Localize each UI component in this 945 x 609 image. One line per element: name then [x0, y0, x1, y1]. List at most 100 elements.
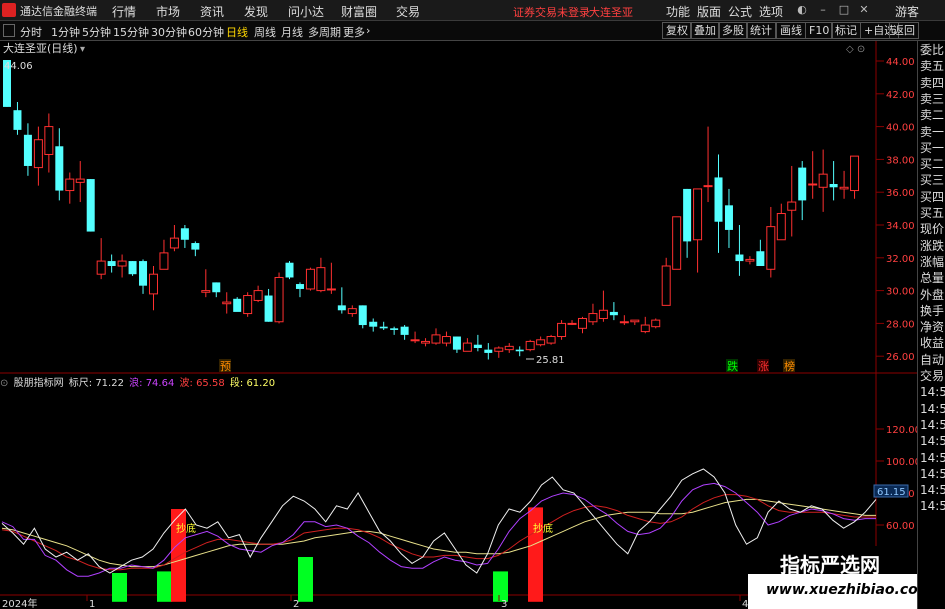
- menu-options[interactable]: 选项: [759, 3, 783, 20]
- sidebar-item[interactable]: 买五: [920, 206, 944, 220]
- candle-body-down: [379, 326, 388, 329]
- sidebar-item[interactable]: 涨幅: [920, 255, 944, 269]
- sidebar-item[interactable]: 14:56: [920, 385, 945, 399]
- x-label-month-1: 1: [89, 599, 95, 609]
- period-weekly[interactable]: 周线: [254, 24, 276, 40]
- adjust-button[interactable]: 复权: [662, 22, 692, 39]
- candle-body-up: [619, 321, 629, 324]
- sidebar-item[interactable]: 买一: [920, 141, 944, 155]
- period-monthly[interactable]: 月线: [281, 24, 303, 40]
- candle-body-down: [337, 305, 346, 311]
- menu-news[interactable]: 资讯: [200, 3, 224, 20]
- signal-bar-red: [171, 509, 186, 602]
- sidebar-item[interactable]: 外盘: [920, 288, 944, 302]
- indicator-collapse-icon[interactable]: ⊙: [0, 378, 8, 389]
- kline-chart[interactable]: 大连圣亚(日线) ▾ ◇ ⊙ 44.00 42.00 40.00 38.00 36.00…: [0, 41, 917, 609]
- indicator-bars: [112, 507, 543, 602]
- close-icon[interactable]: ✕: [857, 3, 871, 17]
- draw-line-button[interactable]: 画线: [776, 22, 806, 39]
- marker-zhang[interactable]: 涨: [758, 360, 769, 373]
- back-button[interactable]: 返回: [889, 22, 919, 39]
- sidebar-item[interactable]: 卖一: [920, 125, 944, 139]
- marker-die[interactable]: 跌: [727, 359, 738, 373]
- sidebar-item[interactable]: 总量: [920, 271, 944, 285]
- title-dropdown-icon[interactable]: ▾: [80, 44, 85, 55]
- sidebar-item[interactable]: 14:56: [920, 451, 945, 465]
- main-chart-title: 大连圣亚(日线): [3, 41, 78, 55]
- indicator-y-tick-label: 100.00: [886, 457, 917, 468]
- period-5min[interactable]: 5分钟: [82, 24, 111, 40]
- candle-body-up: [159, 252, 169, 270]
- menu-formula[interactable]: 公式: [728, 3, 752, 20]
- statistics-button[interactable]: 统计: [746, 22, 776, 39]
- candle-body-down: [358, 305, 367, 326]
- sidebar-item[interactable]: 委比: [920, 43, 944, 57]
- menu-wealth[interactable]: 财富圈: [341, 3, 377, 20]
- period-multi[interactable]: 多周期: [308, 24, 341, 40]
- sidebar-item[interactable]: 卖四: [920, 76, 944, 90]
- candle-body-up: [557, 322, 567, 338]
- candle-body-up: [305, 268, 315, 290]
- overlay-button[interactable]: 叠加: [690, 22, 720, 39]
- candle-body-up: [410, 339, 420, 342]
- multi-stock-button[interactable]: 多股: [718, 22, 748, 39]
- candle-body-down: [683, 188, 692, 242]
- menu-market-quotes[interactable]: 行情: [112, 3, 136, 20]
- candle-body-down: [128, 261, 137, 275]
- sidebar-item[interactable]: 交易: [920, 369, 944, 383]
- period-more[interactable]: 更多: [343, 24, 365, 40]
- sidebar-item[interactable]: 14:56: [920, 434, 945, 448]
- signal-bar-green: [493, 571, 508, 602]
- minimize-icon[interactable]: –: [816, 3, 830, 17]
- sidebar-item[interactable]: 14:56: [920, 402, 945, 416]
- user-guest[interactable]: 游客: [895, 3, 919, 20]
- marker-yu[interactable]: 预: [220, 360, 231, 373]
- sidebar-item[interactable]: 14:56: [920, 499, 945, 513]
- skin-icon[interactable]: ◐: [795, 3, 809, 17]
- menu-layout[interactable]: 版面: [697, 3, 721, 20]
- maximize-icon[interactable]: □: [837, 3, 851, 17]
- sidebar-item[interactable]: 14:56: [920, 467, 945, 481]
- candle-body-down: [139, 261, 148, 286]
- sidebar-item[interactable]: 净资: [920, 320, 944, 334]
- period-intraday[interactable]: 分时: [20, 24, 42, 40]
- period-15min[interactable]: 15分钟: [113, 24, 149, 40]
- login-warning[interactable]: 证券交易未登录: [513, 4, 590, 20]
- sidebar-item[interactable]: 卖二: [920, 108, 944, 122]
- sidebar-item[interactable]: 买三: [920, 173, 944, 187]
- period-daily[interactable]: 日线: [226, 24, 248, 40]
- period-1min[interactable]: 1分钟: [51, 24, 80, 40]
- f10-button[interactable]: F10: [805, 22, 834, 39]
- candle-body-down: [55, 146, 64, 191]
- sidebar-item[interactable]: 14:56: [920, 483, 945, 497]
- indicator-name[interactable]: 股朋指标网: [14, 378, 64, 389]
- sidebar-item[interactable]: 换手: [920, 304, 944, 318]
- more-chevron-icon[interactable]: ›: [366, 24, 370, 37]
- candle-body-up: [850, 155, 860, 192]
- collapse-panel-icon[interactable]: [3, 24, 15, 37]
- sidebar-item[interactable]: 现价: [920, 222, 944, 236]
- main-chart-options-icon[interactable]: ◇ ⊙: [846, 44, 865, 55]
- menu-market[interactable]: 市场: [156, 3, 180, 20]
- sidebar-item[interactable]: 卖五: [920, 59, 944, 73]
- menu-discover[interactable]: 发现: [244, 3, 268, 20]
- sidebar-item[interactable]: 卖三: [920, 92, 944, 106]
- sidebar-item[interactable]: 涨跌: [920, 239, 944, 253]
- candle-body-up: [630, 319, 640, 323]
- main-y-tick-label: 32.00: [886, 254, 915, 265]
- mark-button[interactable]: 标记: [831, 22, 861, 39]
- sidebar-item[interactable]: 14:56: [920, 418, 945, 432]
- candle-body-up: [577, 317, 587, 329]
- period-30min[interactable]: 30分钟: [151, 24, 187, 40]
- sidebar-item[interactable]: 收益: [920, 336, 944, 350]
- candle-body-down: [180, 228, 189, 240]
- main-y-tick-label: 36.00: [886, 188, 915, 199]
- sidebar-item[interactable]: 自动: [920, 353, 944, 367]
- period-60min[interactable]: 60分钟: [188, 24, 224, 40]
- sidebar-item[interactable]: 买二: [920, 157, 944, 171]
- menu-function[interactable]: 功能: [666, 3, 690, 20]
- sidebar-item[interactable]: 买四: [920, 190, 944, 204]
- marker-bang[interactable]: 榜: [784, 359, 795, 373]
- menu-ask[interactable]: 问小达: [288, 3, 324, 20]
- menu-trade[interactable]: 交易: [396, 3, 420, 20]
